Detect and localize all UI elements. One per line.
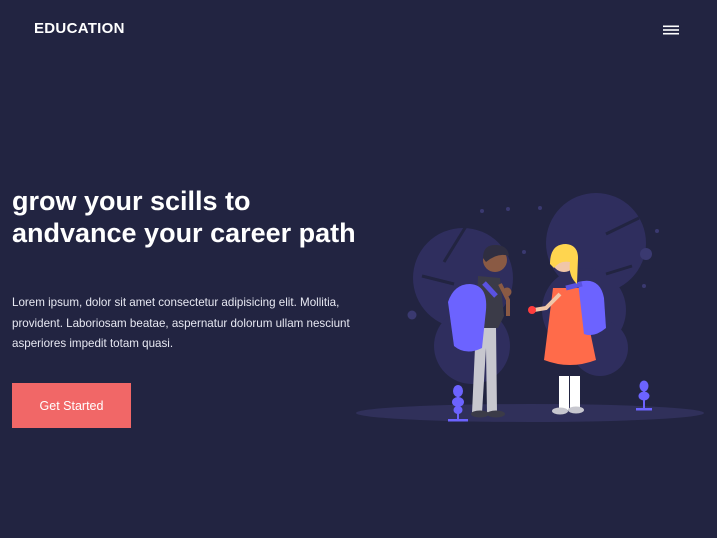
hero-title: grow your scills to andvance your career… xyxy=(12,186,356,248)
hamburger-menu-icon[interactable] xyxy=(661,22,681,38)
students-illustration xyxy=(356,188,706,428)
hero-description: Lorem ipsum, dolor sit amet consectetur … xyxy=(12,296,350,350)
brand-logo[interactable]: EDUCATION xyxy=(34,20,125,37)
get-started-button[interactable]: Get Started xyxy=(12,383,131,428)
